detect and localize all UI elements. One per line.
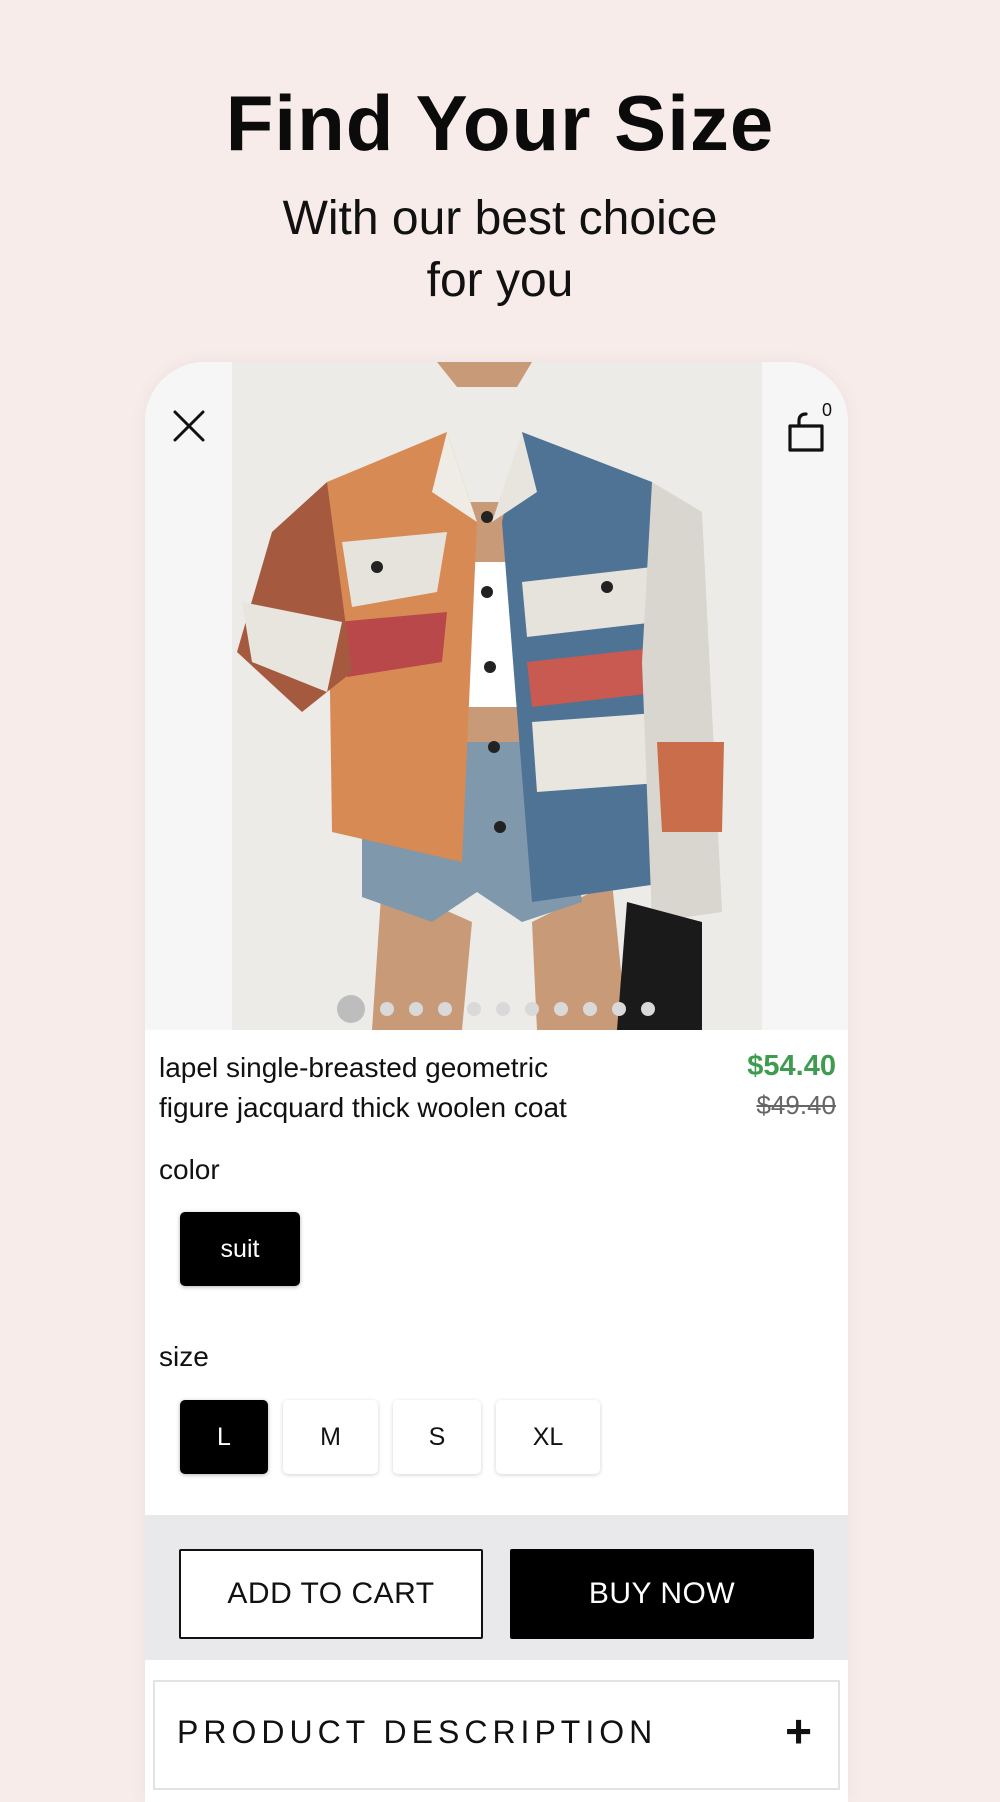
hero-title: Find Your Size bbox=[225, 79, 775, 167]
pagination-dot[interactable] bbox=[467, 1002, 481, 1016]
pagination-dot[interactable] bbox=[525, 1002, 539, 1016]
pagination-dot[interactable] bbox=[337, 995, 365, 1023]
gallery-pagination bbox=[337, 994, 655, 1024]
product-gallery[interactable]: 0 bbox=[145, 362, 848, 1030]
cart-button[interactable]: 0 bbox=[784, 400, 836, 456]
product-name: lapel single-breasted geometric figure j… bbox=[159, 1048, 679, 1128]
product-photo bbox=[232, 362, 762, 1030]
hero-subtitle-line-2: for you bbox=[426, 254, 574, 307]
size-label: size bbox=[159, 1341, 209, 1372]
pagination-dot[interactable] bbox=[641, 1002, 655, 1016]
buy-now-button[interactable]: BUY NOW bbox=[510, 1549, 814, 1639]
size-option-m[interactable]: M bbox=[283, 1400, 378, 1474]
pagination-dot[interactable] bbox=[380, 1002, 394, 1016]
size-option-l[interactable]: L bbox=[180, 1400, 268, 1474]
close-icon bbox=[173, 410, 205, 442]
pagination-dot[interactable] bbox=[554, 1002, 568, 1016]
pagination-dot[interactable] bbox=[612, 1002, 626, 1016]
pagination-dot[interactable] bbox=[496, 1002, 510, 1016]
product-description-toggle[interactable]: PRODUCT DESCRIPTION + bbox=[153, 1680, 840, 1790]
phone-frame: 0 lapel single-breasted geometric figure… bbox=[145, 362, 848, 1802]
pagination-dot[interactable] bbox=[438, 1002, 452, 1016]
pagination-dot[interactable] bbox=[409, 1002, 423, 1016]
pagination-dot[interactable] bbox=[583, 1002, 597, 1016]
product-name-line-2: figure jacquard thick woolen coat bbox=[159, 1092, 567, 1123]
product-original-price: $49.40 bbox=[756, 1090, 836, 1120]
hero-subtitle-line-1: With our best choice bbox=[282, 192, 718, 245]
cart-count-badge: 0 bbox=[821, 400, 832, 420]
plus-icon: + bbox=[785, 1705, 812, 1757]
product-description-label: PRODUCT DESCRIPTION bbox=[177, 1714, 658, 1750]
purchase-action-bar: ADD TO CART BUY NOW bbox=[145, 1515, 848, 1660]
size-option-xl[interactable]: XL bbox=[496, 1400, 600, 1474]
size-option-s[interactable]: S bbox=[393, 1400, 481, 1474]
product-price: $54.40 bbox=[747, 1050, 836, 1082]
product-name-line-1: lapel single-breasted geometric bbox=[159, 1052, 549, 1083]
close-button[interactable] bbox=[165, 402, 213, 450]
product-photo-illustration bbox=[232, 362, 762, 1030]
color-option-suit[interactable]: suit bbox=[180, 1212, 300, 1286]
color-label: color bbox=[159, 1154, 220, 1185]
add-to-cart-button[interactable]: ADD TO CART bbox=[179, 1549, 483, 1639]
hero-subtitle: With our best choice for you bbox=[0, 188, 1000, 312]
